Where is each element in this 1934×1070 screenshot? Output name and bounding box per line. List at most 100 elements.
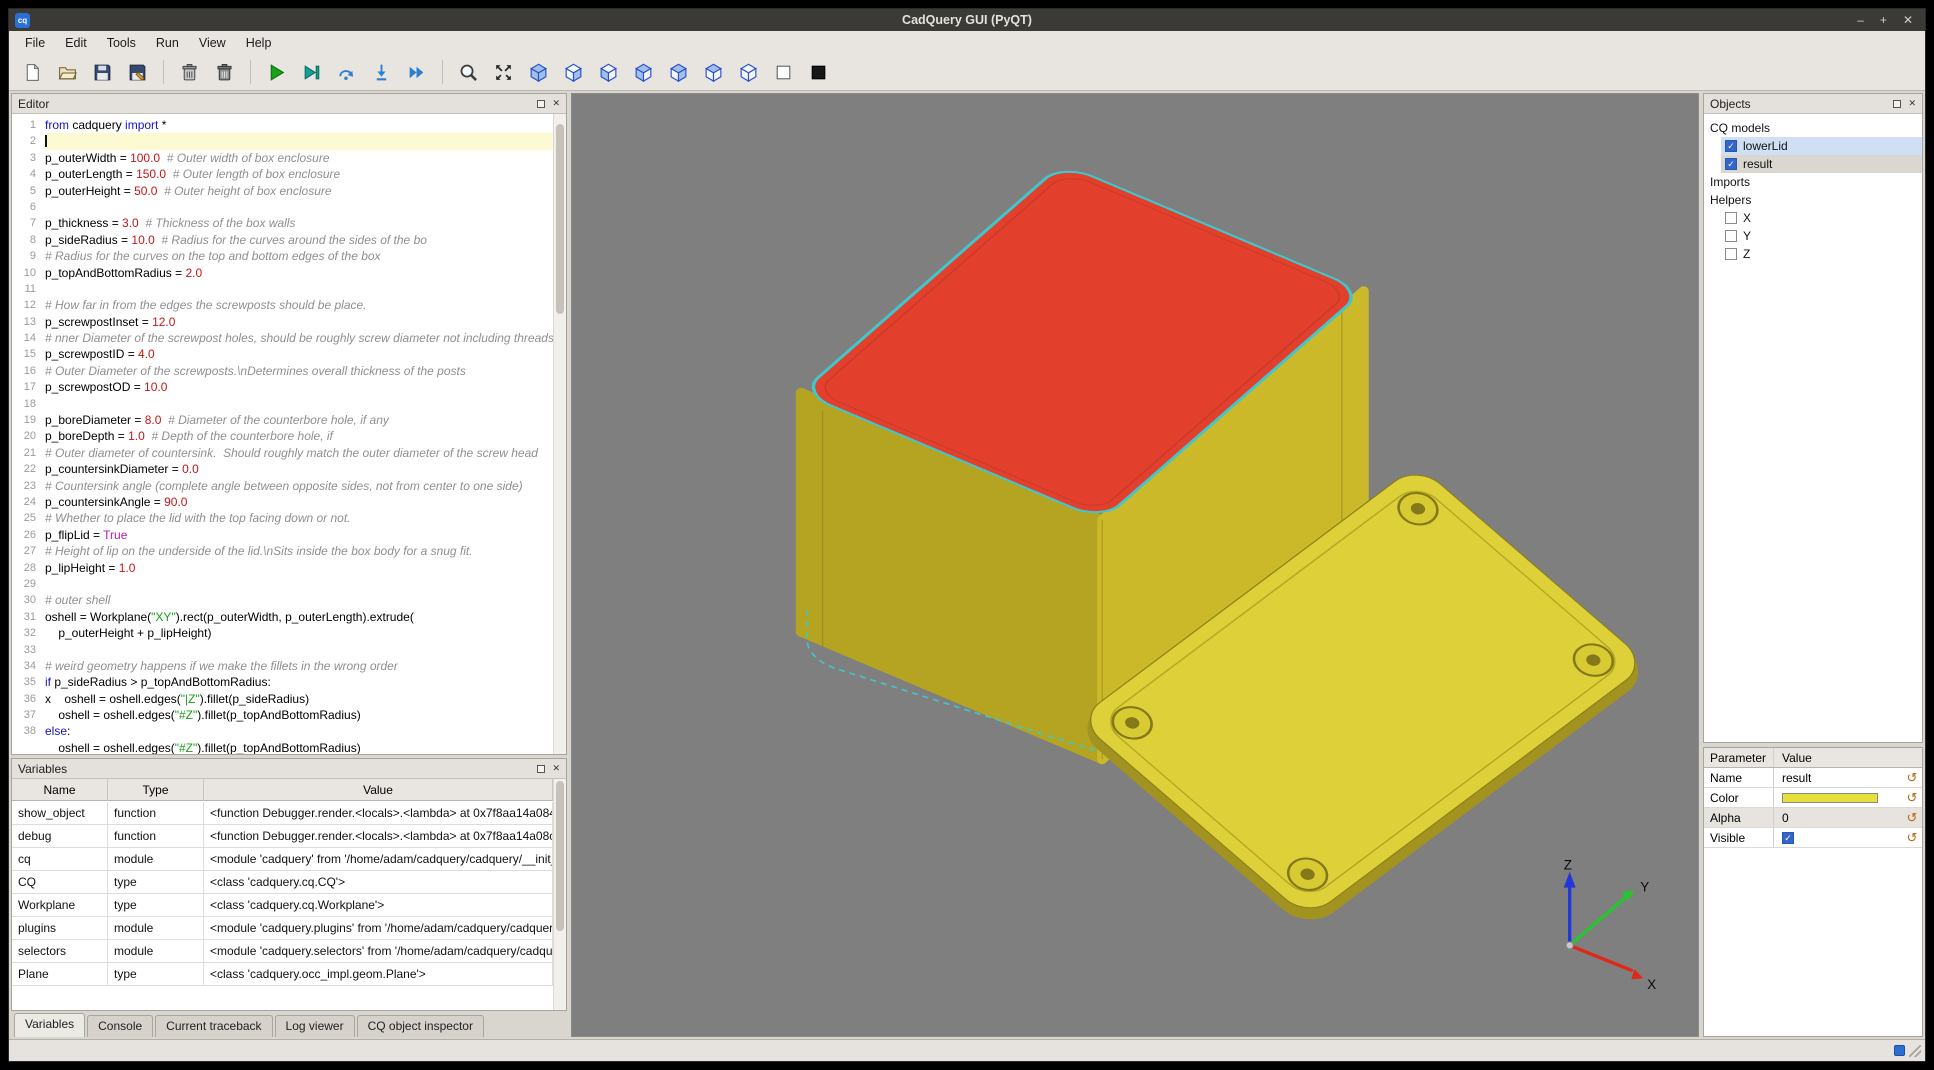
code-line[interactable]: 9# Radius for the curves on the top and …	[12, 248, 566, 264]
tree-item-result[interactable]: ✓result	[1721, 155, 1922, 173]
variable-value[interactable]: <module 'cadquery.selectors' from '/home…	[204, 940, 553, 963]
render-button[interactable]	[259, 57, 294, 88]
minimize-button[interactable]: –	[1857, 13, 1864, 27]
param-row-name[interactable]: Nameresult↺	[1704, 768, 1922, 788]
param-visible-cell[interactable]: ✓	[1774, 832, 1902, 844]
editor-scrollbar[interactable]	[553, 114, 566, 754]
code-editor[interactable]: 1from cadquery import *23p_outerWidth = …	[12, 114, 566, 754]
code-line[interactable]: 13p_screwpostInset = 12.0	[12, 314, 566, 330]
reset-icon[interactable]: ↺	[1902, 811, 1922, 824]
code-line[interactable]: 27# Height of lip on the underside of th…	[12, 543, 566, 559]
visible-checkbox[interactable]: ✓	[1782, 832, 1794, 844]
code-line[interactable]: 3p_outerWidth = 100.0 # Outer width of b…	[12, 150, 566, 166]
code-line[interactable]: 23# Countersink angle (complete angle be…	[12, 478, 566, 494]
param-value[interactable]: result	[1774, 771, 1902, 785]
item-checkbox[interactable]: ✓	[1725, 248, 1737, 260]
tab-variables[interactable]: Variables	[14, 1013, 85, 1037]
tab-current-traceback[interactable]: Current traceback	[155, 1015, 272, 1037]
menu-edit[interactable]: Edit	[55, 33, 97, 53]
variable-type[interactable]: module	[108, 848, 204, 871]
code-line[interactable]: 24p_countersinkAngle = 90.0	[12, 494, 566, 510]
tab-cq-object-inspector[interactable]: CQ object inspector	[357, 1015, 484, 1037]
menu-tools[interactable]: Tools	[97, 33, 146, 53]
param-color-cell[interactable]	[1774, 793, 1902, 803]
step-over-button[interactable]	[329, 57, 364, 88]
code-line[interactable]: 5p_outerHeight = 50.0 # Outer height of …	[12, 183, 566, 199]
view-iso-button[interactable]	[521, 57, 556, 88]
tree-item-helpers[interactable]: Helpers	[1704, 191, 1922, 209]
variables-column-header[interactable]: Type	[108, 779, 204, 801]
3d-scene[interactable]: Z Y X	[572, 94, 1698, 1036]
variable-value[interactable]: <module 'cadquery.plugins' from '/home/a…	[204, 917, 553, 940]
code-line[interactable]: 14# nner Diameter of the screwpost holes…	[12, 330, 566, 346]
variable-type[interactable]: module	[108, 917, 204, 940]
code-line[interactable]: 29	[12, 576, 566, 592]
code-line[interactable]: oshell = oshell.edges("#Z").fillet(p_top…	[12, 740, 566, 754]
tab-log-viewer[interactable]: Log viewer	[275, 1015, 355, 1037]
variable-value[interactable]: <module 'cadquery' from '/home/adam/cadq…	[204, 848, 553, 871]
reset-icon[interactable]: ↺	[1902, 831, 1922, 844]
float-panel-button[interactable]	[537, 100, 545, 108]
save-as-button[interactable]	[120, 57, 155, 88]
variable-type[interactable]: function	[108, 802, 204, 825]
bg-black-button[interactable]	[801, 57, 836, 88]
code-line[interactable]: 26p_flipLid = True	[12, 527, 566, 543]
variables-column-header[interactable]: Name	[12, 779, 108, 801]
code-line[interactable]: 10p_topAndBottomRadius = 2.0	[12, 265, 566, 281]
variable-name[interactable]: debug	[12, 825, 108, 848]
scrollbar-thumb[interactable]	[556, 781, 564, 931]
variable-type[interactable]: function	[108, 825, 204, 848]
delete-button[interactable]	[207, 57, 242, 88]
code-line[interactable]: 8p_sideRadius = 10.0 # Radius for the cu…	[12, 232, 566, 248]
color-swatch[interactable]	[1782, 793, 1878, 803]
item-checkbox[interactable]: ✓	[1725, 212, 1737, 224]
code-line[interactable]: 12# How far in from the edges the screwp…	[12, 297, 566, 313]
save-button[interactable]	[85, 57, 120, 88]
new-file-button[interactable]	[15, 57, 50, 88]
tree-item-y[interactable]: ✓Y	[1721, 227, 1922, 245]
code-line[interactable]: 34# weird geometry happens if we make th…	[12, 658, 566, 674]
param-row-visible[interactable]: Visible✓↺	[1704, 828, 1922, 848]
view-front-button[interactable]	[556, 57, 591, 88]
variable-name[interactable]: Workplane	[12, 894, 108, 917]
code-line[interactable]: 6	[12, 199, 566, 215]
reset-icon[interactable]: ↺	[1902, 791, 1922, 804]
code-line[interactable]: 38else:	[12, 723, 566, 739]
tree-item-cq-models[interactable]: CQ models	[1704, 119, 1922, 137]
variable-name[interactable]: show_object	[12, 802, 108, 825]
variable-name[interactable]: cq	[12, 848, 108, 871]
code-line[interactable]: 28p_lipHeight = 1.0	[12, 560, 566, 576]
code-line[interactable]: 37 oshell = oshell.edges("#Z").fillet(p_…	[12, 707, 566, 723]
close-panel-icon[interactable]: ✕	[1908, 99, 1916, 108]
continue-button[interactable]	[399, 57, 434, 88]
code-line[interactable]: 1from cadquery import *	[12, 117, 566, 133]
code-line[interactable]: 25# Whether to place the lid with the to…	[12, 510, 566, 526]
tree-item-imports[interactable]: Imports	[1704, 173, 1922, 191]
code-line[interactable]: 33	[12, 642, 566, 658]
code-line[interactable]: 4p_outerLength = 150.0 # Outer length of…	[12, 166, 566, 182]
variables-column-header[interactable]: Value	[204, 779, 553, 801]
view-back-button[interactable]	[591, 57, 626, 88]
maximize-button[interactable]: +	[1880, 13, 1887, 27]
code-line[interactable]: 21# Outer diameter of countersink. Shoul…	[12, 445, 566, 461]
code-line[interactable]: 18	[12, 396, 566, 412]
code-line[interactable]: 31oshell = Workplane("XY").rect(p_outerW…	[12, 609, 566, 625]
code-line[interactable]: 20p_boreDepth = 1.0 # Depth of the count…	[12, 428, 566, 444]
variable-value[interactable]: <function Debugger.render.<locals>.<lamb…	[204, 825, 553, 848]
code-line[interactable]: 16# Outer Diameter of the screwposts.\nD…	[12, 363, 566, 379]
variable-name[interactable]: Plane	[12, 963, 108, 986]
code-line[interactable]: 36x oshell = oshell.edges("|Z").fillet(p…	[12, 691, 566, 707]
view-bottom-button[interactable]	[731, 57, 766, 88]
variable-value[interactable]: <class 'cadquery.cq.CQ'>	[204, 871, 553, 894]
item-checkbox[interactable]: ✓	[1725, 230, 1737, 242]
tree-item-x[interactable]: ✓X	[1721, 209, 1922, 227]
variable-type[interactable]: type	[108, 963, 204, 986]
debug-button[interactable]	[294, 57, 329, 88]
3d-viewport[interactable]: Z Y X	[571, 93, 1699, 1037]
code-line[interactable]: 22p_countersinkDiameter = 0.0	[12, 461, 566, 477]
code-line[interactable]: 35if p_sideRadius > p_topAndBottomRadius…	[12, 674, 566, 690]
close-panel-icon[interactable]: ✕	[552, 99, 560, 108]
code-line[interactable]: 32 p_outerHeight + p_lipHeight)	[12, 625, 566, 641]
code-line[interactable]: 30# outer shell	[12, 592, 566, 608]
view-right-button[interactable]	[661, 57, 696, 88]
